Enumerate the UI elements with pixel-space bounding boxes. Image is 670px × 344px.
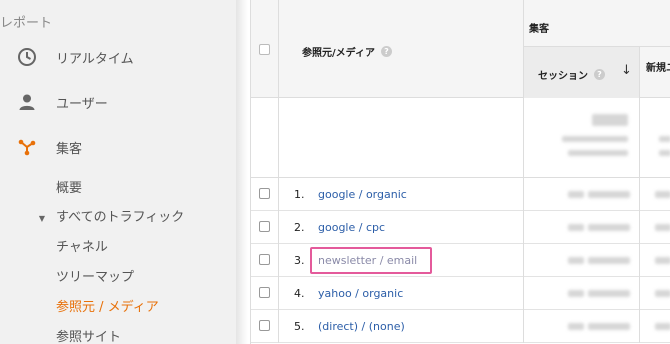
table-row: 4. yahoo / organic — [251, 277, 670, 310]
metric-sessions-label: セッション — [538, 71, 588, 82]
row-checkbox[interactable] — [259, 221, 270, 232]
blurred-value — [655, 290, 670, 297]
sidebar-shadow — [236, 0, 248, 344]
blurred-value — [568, 323, 584, 330]
sidebar-item-realtime[interactable]: リアルタイム — [0, 47, 134, 67]
sidebar-header-reports: レポート — [0, 16, 53, 31]
blurred-value — [588, 290, 630, 297]
blurred-total-subtext — [562, 136, 628, 142]
expand-triangle-icon: ▼ — [38, 214, 46, 223]
select-all-checkbox[interactable] — [259, 44, 270, 55]
blurred-value — [568, 224, 584, 231]
person-icon — [17, 92, 37, 112]
row-checkbox[interactable] — [259, 254, 270, 265]
blurred-total-subtext — [568, 150, 628, 156]
sidebar-item-all-traffic[interactable]: ▼ すべてのトラフィック — [28, 206, 184, 225]
table-row: 3. newsletter / email — [251, 244, 670, 277]
clock-icon — [17, 47, 37, 67]
row-index: 2. — [294, 221, 305, 234]
help-icon[interactable]: ? — [594, 69, 605, 80]
metric-header-new-users[interactable]: 新規ユ — [646, 59, 670, 74]
blurred-total-subtext — [659, 136, 670, 142]
sidebar-item-label: すべてのトラフィック — [56, 210, 185, 225]
row-index: 5. — [294, 320, 305, 333]
sidebar-item-treemaps[interactable]: ツリーマップ — [56, 266, 134, 285]
report-table: 参照元/メディア ? 集客 セッション ? ↓ 新規ユ 1. google / … — [250, 0, 670, 344]
source-medium-link[interactable]: google / organic — [318, 188, 407, 201]
row-checkbox[interactable] — [259, 188, 270, 199]
metric-header-sessions[interactable]: セッション ? ↓ — [524, 47, 640, 98]
dimension-header-cell: 参照元/メディア ? — [279, 0, 524, 98]
sidebar: レポート リアルタイム ユーザー 集客 概要 ▼ すべてのトラフィック チャネル … — [0, 0, 236, 344]
source-medium-link[interactable]: (direct) / (none) — [318, 320, 405, 333]
source-medium-link[interactable]: yahoo / organic — [318, 287, 403, 300]
row-index: 1. — [294, 188, 305, 201]
sidebar-item-label: 集客 — [56, 141, 83, 157]
sidebar-item-referrals[interactable]: 参照サイト — [56, 326, 121, 344]
table-row: 5. (direct) / (none) — [251, 310, 670, 343]
dimension-header-label: 参照元/メディア — [302, 48, 375, 59]
blurred-value — [568, 257, 584, 264]
blurred-value — [588, 257, 630, 264]
sidebar-item-overview[interactable]: 概要 — [56, 177, 82, 196]
dimension-header[interactable]: 参照元/メディア ? — [302, 44, 392, 59]
sidebar-item-label: ユーザー — [56, 96, 108, 112]
blurred-value — [655, 224, 670, 231]
sidebar-item-channels[interactable]: チャネル — [56, 236, 108, 255]
row-checkbox[interactable] — [259, 287, 270, 298]
blurred-value — [568, 191, 584, 198]
blurred-value — [588, 224, 630, 231]
table-row: 1. google / organic — [251, 178, 670, 211]
header-checkbox-cell — [251, 0, 279, 98]
help-icon[interactable]: ? — [380, 46, 392, 57]
sort-down-arrow-icon[interactable]: ↓ — [621, 63, 632, 78]
totals-row — [251, 98, 670, 178]
acquisition-icon — [17, 137, 37, 157]
blurred-value — [655, 257, 670, 264]
sidebar-item-label: リアルタイム — [56, 51, 134, 67]
blurred-total-value — [592, 114, 628, 126]
blurred-value — [588, 323, 630, 330]
row-checkbox[interactable] — [259, 320, 270, 331]
blurred-value — [588, 191, 630, 198]
table-row: 2. google / cpc — [251, 211, 670, 244]
sidebar-item-source-medium[interactable]: 参照元 / メディア — [56, 296, 159, 315]
source-medium-link[interactable]: google / cpc — [318, 221, 385, 234]
row-index: 3. — [294, 254, 305, 267]
group-header-acquisition: 集客 — [529, 24, 549, 35]
blurred-total-subtext — [659, 150, 670, 156]
blurred-value — [655, 191, 670, 198]
highlight-box — [310, 247, 432, 274]
sidebar-item-acquisition[interactable]: 集客 — [0, 137, 82, 157]
row-index: 4. — [294, 287, 305, 300]
blurred-value — [568, 290, 584, 297]
blurred-value — [655, 323, 670, 330]
sidebar-item-users[interactable]: ユーザー — [0, 92, 108, 112]
